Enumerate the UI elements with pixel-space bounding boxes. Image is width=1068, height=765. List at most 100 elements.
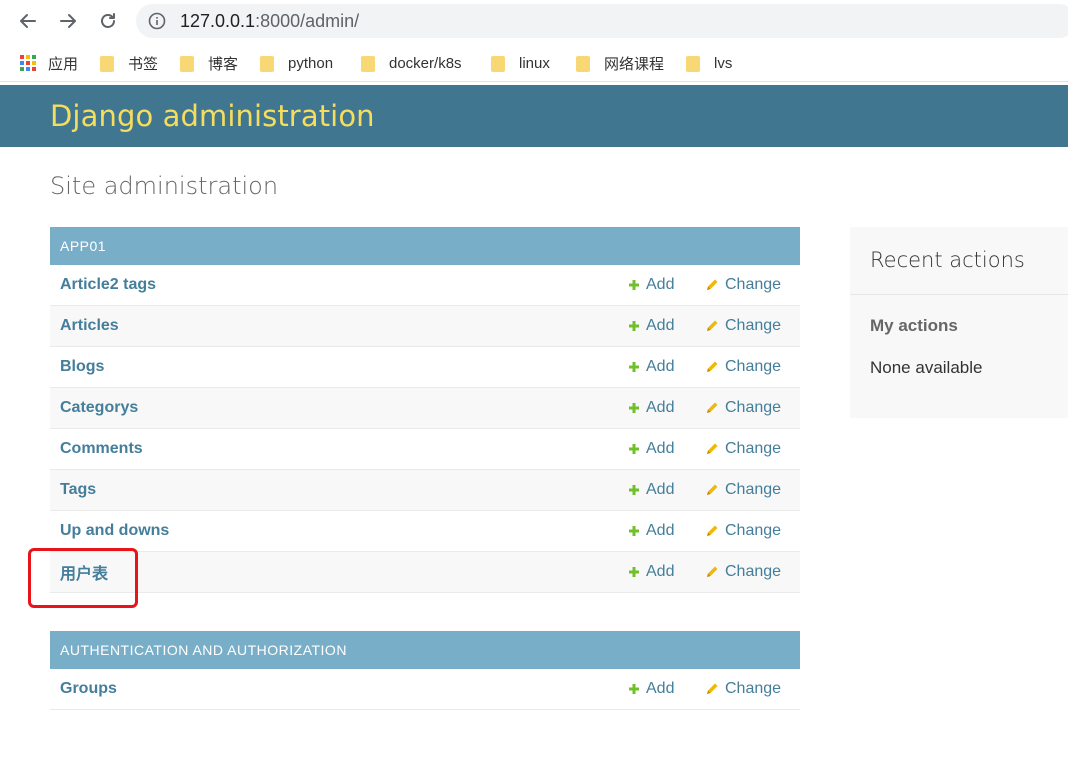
folder-icon bbox=[180, 55, 194, 72]
change-link[interactable]: Change bbox=[705, 276, 781, 294]
change-label: Change bbox=[725, 317, 782, 334]
model-row: Comments Add Change bbox=[50, 429, 800, 470]
change-link[interactable]: Change bbox=[705, 680, 781, 698]
bookmark-label: lvs bbox=[714, 54, 733, 72]
plus-icon bbox=[629, 444, 639, 454]
add-label: Add bbox=[646, 481, 675, 498]
add-link[interactable]: Add bbox=[628, 358, 674, 376]
bookmark-folder[interactable]: python bbox=[260, 52, 333, 74]
plus-icon bbox=[629, 567, 639, 577]
change-label: Change bbox=[725, 563, 782, 580]
change-link[interactable]: Change bbox=[705, 399, 781, 417]
bookmark-folder[interactable]: lvs bbox=[686, 52, 732, 74]
add-label: Add bbox=[646, 563, 675, 580]
reload-icon bbox=[101, 13, 115, 28]
site-header: Django administration bbox=[0, 85, 1068, 147]
add-link[interactable]: Add bbox=[628, 317, 674, 335]
change-link[interactable]: Change bbox=[705, 563, 781, 581]
model-row: Up and downs Add Change bbox=[50, 511, 800, 552]
add-label: Add bbox=[646, 358, 675, 375]
module-caption[interactable]: APP01 bbox=[50, 227, 800, 265]
model-row: Article2 tags Add Change bbox=[50, 265, 800, 306]
model-link[interactable]: Up and downs bbox=[60, 522, 169, 540]
app-module-app01: APP01 Article2 tags Add Change Articles … bbox=[50, 227, 800, 593]
change-link[interactable]: Change bbox=[705, 358, 781, 376]
reload-button[interactable] bbox=[96, 9, 120, 33]
bookmark-label: python bbox=[288, 54, 334, 72]
info-icon[interactable] bbox=[148, 12, 166, 30]
model-row: 用户表 Add Change bbox=[50, 552, 800, 593]
bookmark-label: linux bbox=[519, 54, 550, 72]
my-actions-heading: My actions bbox=[870, 316, 958, 335]
bookmark-folder[interactable]: linux bbox=[491, 52, 550, 74]
bookmark-apps[interactable]: 应用 bbox=[20, 52, 78, 74]
add-link[interactable]: Add bbox=[628, 563, 674, 581]
add-link[interactable]: Add bbox=[628, 522, 674, 540]
bookmark-label: 博客 bbox=[208, 55, 239, 73]
add-label: Add bbox=[646, 276, 675, 293]
empty-state-text: None available bbox=[870, 358, 983, 377]
model-link[interactable]: Categorys bbox=[60, 399, 138, 417]
model-link[interactable]: Blogs bbox=[60, 358, 104, 376]
model-row: Blogs Add Change bbox=[50, 347, 800, 388]
change-label: Change bbox=[725, 522, 782, 539]
bookmark-label: 书签 bbox=[128, 55, 159, 73]
module-caption[interactable]: Authentication and Authorization bbox=[50, 631, 800, 669]
change-link[interactable]: Change bbox=[705, 440, 781, 458]
pencil-icon bbox=[707, 320, 718, 331]
plus-icon bbox=[629, 485, 639, 495]
bookmark-label: docker/k8s bbox=[389, 54, 462, 72]
pencil-icon bbox=[707, 683, 718, 694]
folder-icon bbox=[260, 55, 274, 72]
bookmarks-bar: 应用 书签 博客 python docker/k8s linux 网络课程 lv… bbox=[0, 44, 1068, 82]
bookmark-label: 网络课程 bbox=[604, 55, 665, 73]
plus-icon bbox=[629, 280, 639, 290]
add-label: Add bbox=[646, 522, 675, 539]
folder-icon bbox=[576, 55, 590, 72]
change-link[interactable]: Change bbox=[705, 522, 781, 540]
bookmark-folder[interactable]: docker/k8s bbox=[361, 52, 462, 74]
pencil-icon bbox=[707, 402, 718, 413]
plus-icon bbox=[629, 362, 639, 372]
bookmark-folder[interactable]: 网络课程 bbox=[576, 52, 664, 74]
apps-grid-icon bbox=[20, 55, 36, 71]
add-label: Add bbox=[646, 440, 675, 457]
url-text: 127.0.0.1:8000/admin/ bbox=[180, 10, 360, 31]
pencil-icon bbox=[707, 566, 718, 577]
plus-icon bbox=[629, 321, 639, 331]
site-branding[interactable]: Django administration bbox=[50, 99, 375, 133]
folder-icon bbox=[686, 55, 700, 72]
add-label: Add bbox=[646, 680, 675, 697]
add-link[interactable]: Add bbox=[628, 680, 674, 698]
pencil-icon bbox=[707, 443, 718, 454]
model-link[interactable]: Article2 tags bbox=[60, 276, 156, 294]
model-link[interactable]: 用户表 bbox=[60, 560, 108, 584]
plus-icon bbox=[629, 684, 639, 694]
app-module-auth: Authentication and Authorization Groups … bbox=[50, 631, 800, 710]
model-link[interactable]: Articles bbox=[60, 317, 119, 335]
forward-button[interactable] bbox=[56, 9, 80, 33]
change-link[interactable]: Change bbox=[705, 481, 781, 499]
add-link[interactable]: Add bbox=[628, 481, 674, 499]
folder-icon bbox=[100, 55, 114, 72]
bookmark-label: 应用 bbox=[48, 55, 79, 73]
model-link[interactable]: Tags bbox=[60, 481, 96, 499]
change-label: Change bbox=[725, 481, 782, 498]
bookmark-folder[interactable]: 书签 bbox=[100, 52, 158, 74]
change-link[interactable]: Change bbox=[705, 317, 781, 335]
add-link[interactable]: Add bbox=[628, 276, 674, 294]
model-link[interactable]: Comments bbox=[60, 440, 143, 458]
page-title: Site administration bbox=[50, 172, 279, 200]
recent-actions-title: Recent actions bbox=[870, 248, 1025, 272]
pencil-icon bbox=[707, 484, 718, 495]
address-bar[interactable]: 127.0.0.1:8000/admin/ bbox=[136, 4, 1068, 38]
add-link[interactable]: Add bbox=[628, 440, 674, 458]
add-link[interactable]: Add bbox=[628, 399, 674, 417]
bookmark-folder[interactable]: 博客 bbox=[180, 52, 238, 74]
change-label: Change bbox=[725, 276, 782, 293]
change-label: Change bbox=[725, 358, 782, 375]
model-link[interactable]: Groups bbox=[60, 680, 117, 698]
folder-icon bbox=[361, 55, 375, 72]
back-button[interactable] bbox=[16, 9, 40, 33]
change-label: Change bbox=[725, 399, 782, 416]
